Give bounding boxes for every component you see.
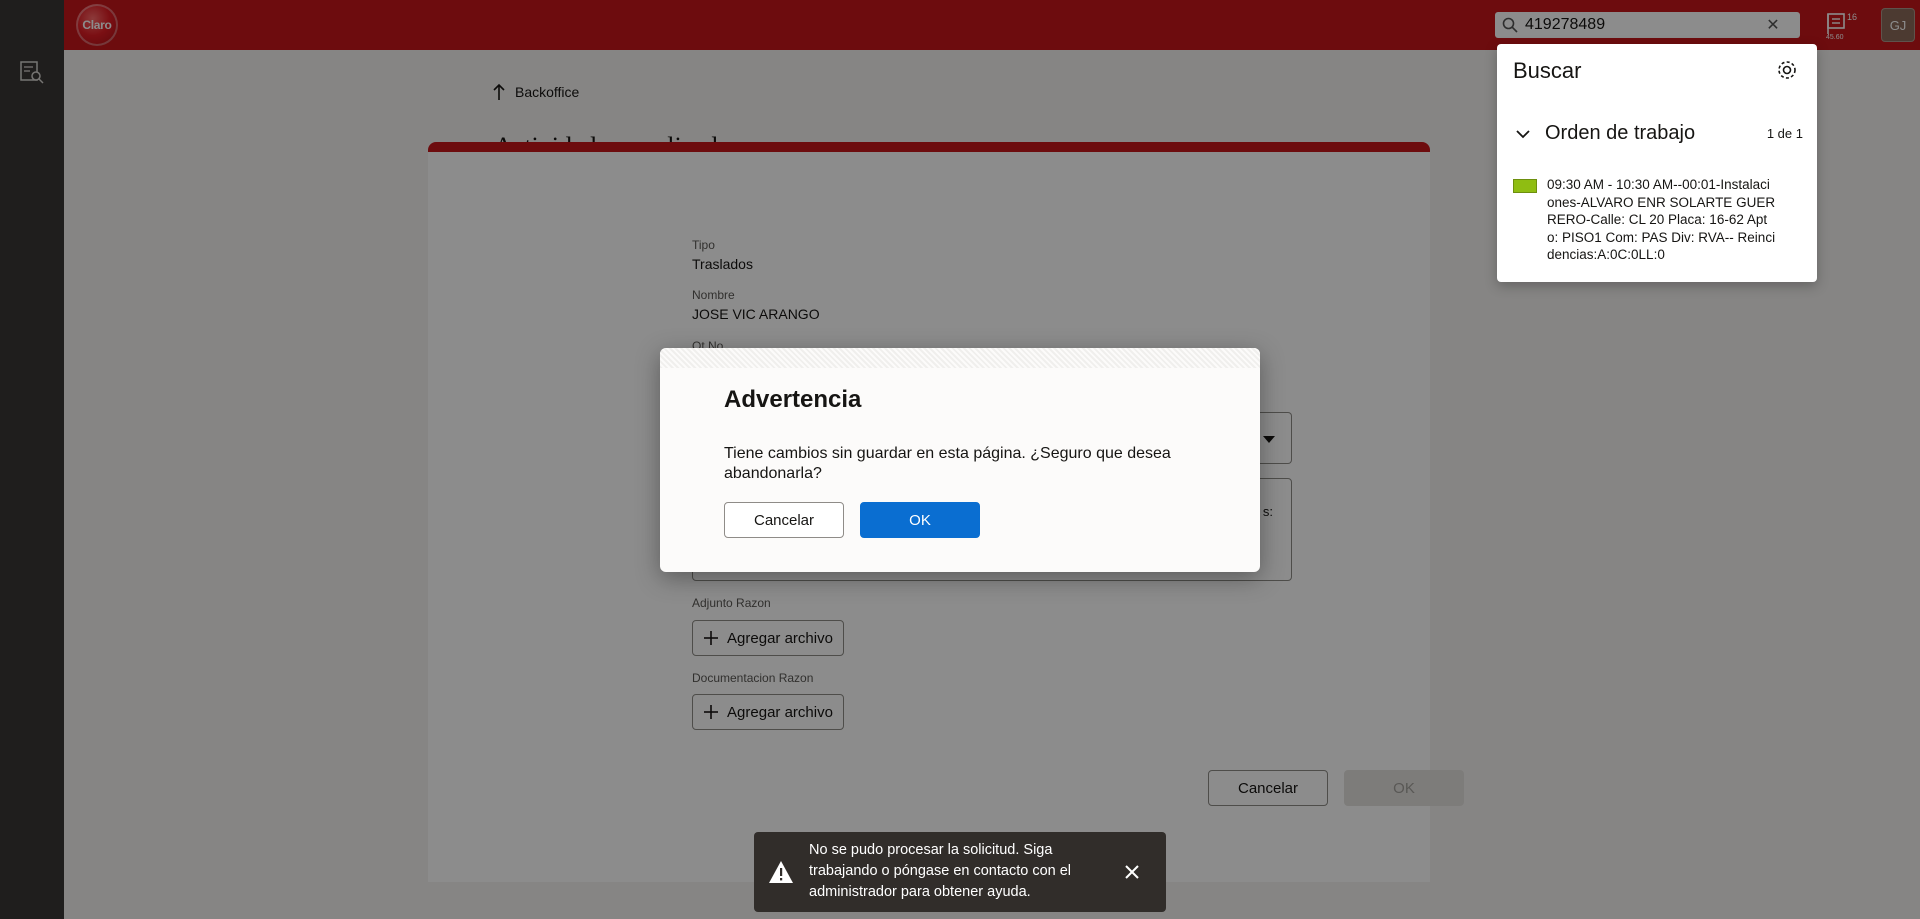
search-result-item[interactable]: 09:30 AM - 10:30 AM--00:01-Instalaciones… bbox=[1513, 176, 1803, 264]
dialog-title: Advertencia bbox=[724, 386, 862, 413]
result-text: 09:30 AM - 10:30 AM--00:01-Instalaciones… bbox=[1547, 177, 1776, 262]
toast-message: No se pudo procesar la solicitud. Siga t… bbox=[809, 842, 1072, 900]
warning-dialog: Advertencia Tiene cambios sin guardar en… bbox=[660, 348, 1260, 572]
warning-icon bbox=[769, 861, 793, 883]
dialog-ok-button[interactable]: OK bbox=[860, 502, 980, 538]
dialog-cancel-label: Cancelar bbox=[753, 511, 815, 529]
close-icon[interactable] bbox=[1118, 858, 1146, 886]
work-order-group[interactable]: Orden de trabajo 1 de 1 bbox=[1513, 122, 1803, 145]
dialog-buttons: Cancelar OK bbox=[724, 502, 980, 538]
status-color-swatch bbox=[1513, 179, 1537, 193]
dialog-message: Tiene cambios sin guardar en esta página… bbox=[724, 445, 1171, 482]
gear-icon[interactable] bbox=[1775, 58, 1799, 82]
dialog-ok-label: OK bbox=[909, 511, 931, 529]
search-results-panel: Buscar Orden de trabajo 1 de 1 09:30 AM … bbox=[1497, 44, 1817, 282]
dialog-cancel-button[interactable]: Cancelar bbox=[724, 502, 844, 538]
search-panel-title: Buscar bbox=[1513, 58, 1582, 83]
group-count: 1 de 1 bbox=[1766, 126, 1803, 141]
dialog-drag-bar[interactable] bbox=[660, 348, 1260, 368]
error-toast: No se pudo procesar la solicitud. Siga t… bbox=[754, 832, 1166, 912]
group-title: Orden de trabajo bbox=[1545, 122, 1696, 144]
chevron-down-icon bbox=[1516, 129, 1530, 138]
